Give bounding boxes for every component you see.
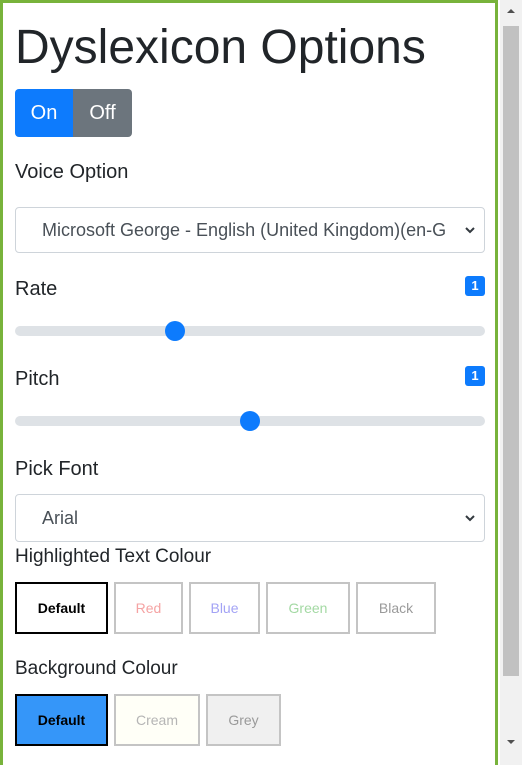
highlight-blue-button[interactable]: Blue: [189, 582, 260, 634]
scrollbar[interactable]: [500, 0, 522, 765]
rate-slider-thumb[interactable]: [164, 321, 185, 341]
highlight-red-button[interactable]: Red: [114, 582, 183, 634]
rate-slider[interactable]: [15, 321, 485, 341]
pick-font-label: Pick Font: [15, 458, 99, 480]
background-grey-button[interactable]: Grey: [206, 694, 281, 746]
voice-select[interactable]: Microsoft George - English (United Kingd…: [15, 207, 485, 253]
on-off-toggle: On Off: [15, 89, 132, 137]
on-button[interactable]: On: [15, 89, 73, 137]
scrollbar-thumb[interactable]: [503, 26, 519, 676]
rate-label: Rate: [15, 278, 58, 300]
pitch-slider-thumb[interactable]: [240, 411, 260, 431]
voice-select-value: Microsoft George - English (United Kingd…: [42, 220, 446, 240]
font-select-value: Arial: [42, 508, 79, 528]
font-select[interactable]: Arial: [15, 494, 485, 542]
background-default-button[interactable]: Default: [15, 694, 108, 746]
rate-value-badge: 1: [465, 276, 485, 296]
scroll-up-arrow-icon[interactable]: [506, 6, 516, 16]
highlight-black-button[interactable]: Black: [356, 582, 436, 634]
off-button[interactable]: Off: [73, 89, 132, 137]
pitch-value-badge: 1: [465, 366, 485, 386]
highlighted-text-colour-label: Highlighted Text Colour: [15, 546, 212, 567]
chevron-down-icon: [465, 227, 475, 234]
highlight-green-button[interactable]: Green: [266, 582, 350, 634]
chevron-down-icon: [465, 515, 475, 522]
background-cream-button[interactable]: Cream: [114, 694, 200, 746]
pitch-label: Pitch: [15, 368, 60, 390]
highlight-default-button[interactable]: Default: [15, 582, 108, 634]
background-colour-label: Background Colour: [15, 658, 178, 679]
scroll-down-arrow-icon[interactable]: [506, 737, 516, 747]
page-title: Dyslexicon Options: [15, 21, 426, 74]
voice-option-label: Voice Option: [15, 161, 129, 183]
pitch-slider[interactable]: [15, 411, 485, 431]
